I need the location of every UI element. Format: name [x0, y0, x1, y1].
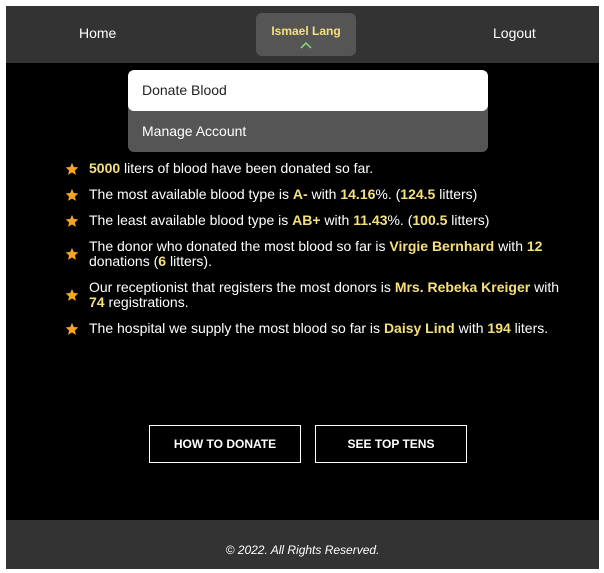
- stat-text-segment: liters.: [510, 320, 549, 336]
- stat-highlight: AB+: [292, 212, 321, 228]
- menu-item-donate-blood[interactable]: Donate Blood: [128, 70, 488, 111]
- user-menu-toggle[interactable]: Ismael Lang: [256, 13, 356, 56]
- user-dropdown-menu: Donate Blood Manage Account: [128, 70, 488, 152]
- stat-text: 5000 liters of blood have been donated s…: [89, 161, 562, 176]
- stat-text-segment: Our receptionist that registers the most…: [89, 279, 395, 295]
- stat-text-segment: The hospital we supply the most blood so…: [89, 320, 384, 336]
- stat-text-segment: with: [307, 186, 341, 202]
- stat-highlight: 11.43: [353, 212, 388, 228]
- footer-copyright: © 2022. All Rights Reserved.: [225, 543, 380, 557]
- star-icon: [65, 288, 79, 301]
- stat-text: The most available blood type is A- with…: [89, 187, 562, 202]
- user-name: Ismael Lang: [271, 24, 341, 38]
- stat-text-segment: The most available blood type is: [89, 186, 293, 202]
- stat-highlight: A-: [292, 186, 308, 202]
- stat-text: The donor who donated the most blood so …: [89, 239, 562, 269]
- stat-text-segment: registrations.: [104, 294, 189, 310]
- stat-text: Our receptionist that registers the most…: [89, 280, 562, 310]
- star-icon: [65, 188, 79, 201]
- stat-highlight: Virgie Bernhard: [389, 238, 495, 254]
- stat-text-segment: with: [530, 279, 560, 295]
- page-frame: Home Ismael Lang Logout Donate Blood Man…: [6, 6, 599, 569]
- stat-highlight: 12: [526, 238, 543, 254]
- stat-text-segment: liters of blood have been donated so far…: [120, 160, 374, 176]
- stat-text-segment: litters).: [166, 253, 212, 269]
- stat-highlight: 194: [487, 320, 511, 336]
- stat-item: The hospital we supply the most blood so…: [62, 321, 562, 336]
- star-icon: [65, 214, 79, 227]
- star-icon: [65, 247, 79, 260]
- stat-item: The least available blood type is AB+ wi…: [62, 213, 562, 228]
- stat-text: The hospital we supply the most blood so…: [89, 321, 562, 336]
- see-top-tens-button[interactable]: SEE TOP TENS: [315, 425, 467, 463]
- stat-text-segment: with: [454, 320, 488, 336]
- stat-text-segment: with: [494, 238, 527, 254]
- stat-text-segment: litters): [447, 212, 490, 228]
- stat-highlight: 124.5: [400, 186, 436, 202]
- stat-highlight: Mrs. Rebeka Kreiger: [394, 279, 531, 295]
- stat-text-segment: %. (: [375, 186, 401, 202]
- stat-highlight: 14.16: [340, 186, 376, 202]
- stat-item: Our receptionist that registers the most…: [62, 280, 562, 310]
- stat-text-segment: The least available blood type is: [89, 212, 293, 228]
- stat-highlight: 74: [89, 294, 105, 310]
- how-to-donate-button[interactable]: HOW TO DONATE: [149, 425, 301, 463]
- stat-highlight: Daisy Lind: [383, 320, 455, 336]
- stat-highlight: 6: [158, 253, 167, 269]
- star-icon: [65, 162, 79, 175]
- stat-text-segment: %. (: [387, 212, 413, 228]
- nav-logout-link[interactable]: Logout: [493, 6, 536, 63]
- stat-text: The least available blood type is AB+ wi…: [89, 213, 562, 228]
- stat-item: The donor who donated the most blood so …: [62, 239, 562, 269]
- stat-text-segment: with: [320, 212, 354, 228]
- stat-item: The most available blood type is A- with…: [62, 187, 562, 202]
- stat-text-segment: The donor who donated the most blood so …: [89, 238, 390, 254]
- navbar: Home Ismael Lang Logout: [6, 6, 599, 63]
- footer: © 2022. All Rights Reserved.: [6, 520, 599, 569]
- stats-list: 5000 liters of blood have been donated s…: [62, 161, 562, 347]
- nav-home-link[interactable]: Home: [79, 6, 116, 63]
- star-icon: [65, 322, 79, 335]
- chevron-up-icon: [300, 41, 312, 49]
- stat-text-segment: donations (: [89, 253, 159, 269]
- stat-highlight: 100.5: [412, 212, 448, 228]
- stat-highlight: 5000: [89, 160, 121, 176]
- stat-item: 5000 liters of blood have been donated s…: [62, 161, 562, 176]
- stat-text-segment: litters): [435, 186, 478, 202]
- menu-item-manage-account[interactable]: Manage Account: [128, 111, 488, 152]
